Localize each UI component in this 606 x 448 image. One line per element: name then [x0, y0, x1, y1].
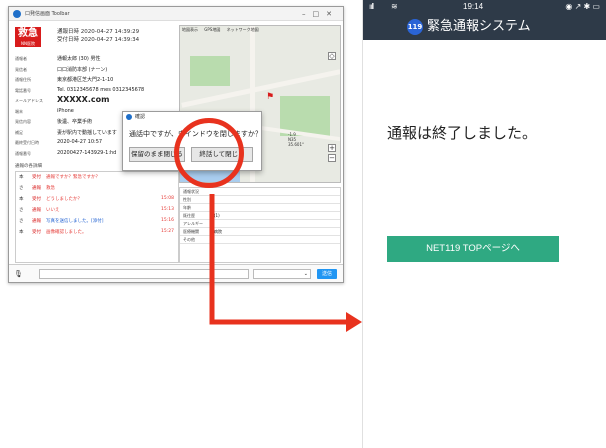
119-logo-icon: 119: [407, 19, 423, 35]
net119-top-button[interactable]: NET119 TOPページへ: [387, 236, 559, 262]
status-time: 19:14: [463, 2, 484, 11]
wifi-icon: ≋: [391, 2, 398, 11]
signal-icon: ııll: [369, 2, 374, 11]
phone-screen: ııll ≋ 19:14 ◉ ↗ ✱ ▭ 119 緊急通報システム 通報は終了し…: [362, 0, 606, 448]
ended-message: 通報は終了しました。: [387, 124, 538, 142]
battery-icon: ◉ ↗ ✱ ▭: [565, 2, 600, 11]
status-bar: ııll ≋ 19:14 ◉ ↗ ✱ ▭: [363, 0, 606, 14]
app-title: 緊急通報システム: [427, 19, 531, 34]
app-header: 119 緊急通報システム: [363, 14, 606, 40]
